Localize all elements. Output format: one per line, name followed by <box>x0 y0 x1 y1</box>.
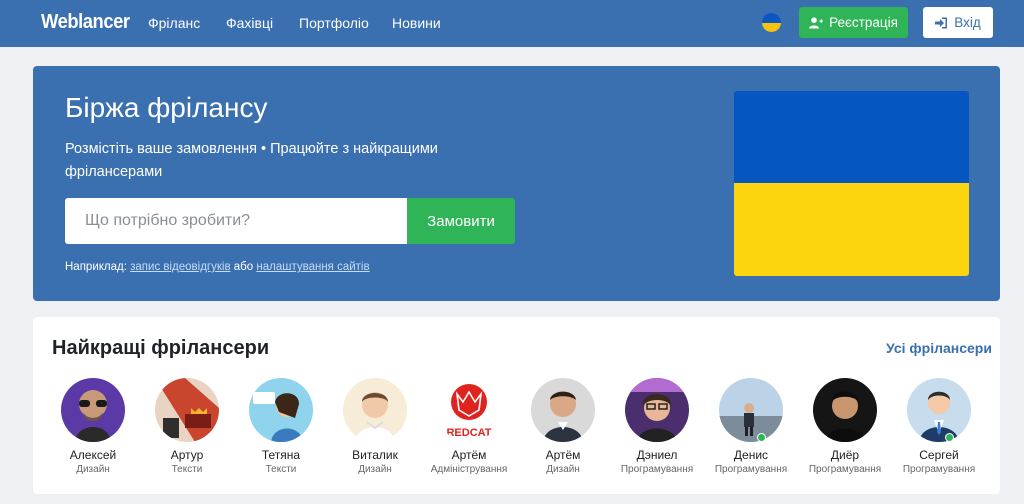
example-link-site-setup[interactable]: налаштування сайтів <box>256 261 369 273</box>
freelancer-role: Дизайн <box>546 464 580 475</box>
avatar <box>719 378 783 442</box>
nav-link-freelance[interactable]: Фріланс <box>148 15 200 31</box>
login-label: Вхід <box>954 15 981 30</box>
freelancer-name: Артём <box>545 448 581 462</box>
avatar <box>249 378 313 442</box>
avatar-logo-text: REDCAT <box>446 427 491 439</box>
avatar <box>61 378 125 442</box>
freelancer-card[interactable]: Дэниел Програмування <box>610 378 704 475</box>
avatar <box>531 378 595 442</box>
sign-in-icon <box>935 17 948 29</box>
task-search-input[interactable] <box>65 198 407 244</box>
freelancer-card[interactable]: REDCAT Артём Адміністрування <box>422 378 516 475</box>
freelancer-role: Дизайн <box>358 464 392 475</box>
order-button[interactable]: Замовити <box>407 198 515 244</box>
freelancer-role: Тексти <box>171 464 203 475</box>
register-button[interactable]: Реєстрація <box>799 7 908 38</box>
freelancer-card[interactable]: Виталик Дизайн <box>328 378 422 475</box>
avatar <box>343 378 407 442</box>
freelancer-card[interactable]: Артур Тексти <box>140 378 234 475</box>
freelancer-card[interactable]: Алексей Дизайн <box>46 378 140 475</box>
freelancer-name: Сергей <box>919 448 959 462</box>
nav-link-specialists[interactable]: Фахівці <box>226 15 273 31</box>
freelancer-card[interactable]: Денис Програмування <box>704 378 798 475</box>
freelancer-role: Тексти <box>265 464 297 475</box>
example-hint: Наприклад: запис відеовідгуків або налаш… <box>65 261 370 273</box>
ukraine-flag-image <box>734 91 969 276</box>
freelancer-card[interactable]: Сергей Програмування <box>892 378 986 475</box>
freelancer-name: Денис <box>733 448 769 462</box>
avatar <box>155 378 219 442</box>
freelancer-role: Програмування <box>620 464 694 475</box>
freelancer-role: Програмування <box>714 464 788 475</box>
site-logo[interactable]: Weblancer <box>41 11 130 34</box>
online-indicator <box>945 433 954 442</box>
avatar: REDCAT <box>437 378 501 442</box>
online-indicator <box>757 433 766 442</box>
example-prefix: Наприклад: <box>65 261 127 273</box>
best-freelancers-section: Найкращі фрілансери Усі фрілансери Алекс… <box>33 317 1000 494</box>
ukraine-flag-icon[interactable] <box>762 13 781 32</box>
freelancer-name: Виталик <box>352 448 398 462</box>
avatar <box>907 378 971 442</box>
freelancer-role: Дизайн <box>76 464 110 475</box>
example-link-video-reviews[interactable]: запис відеовідгуків <box>130 261 230 273</box>
freelancer-card[interactable]: Диёр Програмування <box>798 378 892 475</box>
freelancer-name: Артур <box>170 448 204 462</box>
freelancer-name: Диёр <box>830 448 860 462</box>
freelancer-name: Артём <box>451 448 487 462</box>
freelancer-name: Алексей <box>69 448 117 462</box>
freelancer-card[interactable]: Тетяна Тексти <box>234 378 328 475</box>
hero-title: Біржа фрілансу <box>65 92 268 123</box>
user-plus-icon <box>809 16 824 29</box>
login-button[interactable]: Вхід <box>923 7 993 38</box>
freelancer-role: Програмування <box>902 464 976 475</box>
avatar <box>813 378 877 442</box>
example-separator: або <box>233 261 254 273</box>
top-navbar: Weblancer Фріланс Фахівці Портфоліо Нови… <box>0 0 1024 47</box>
freelancer-card[interactable]: Артём Дизайн <box>516 378 610 475</box>
register-label: Реєстрація <box>829 15 898 30</box>
freelancer-role: Адміністрування <box>430 464 508 475</box>
nav-link-news[interactable]: Новини <box>392 15 441 31</box>
nav-link-portfolio[interactable]: Портфоліо <box>299 15 369 31</box>
avatar <box>625 378 689 442</box>
freelancer-name: Тетяна <box>261 448 301 462</box>
hero-subtitle: Розмістіть ваше замовлення • Працюйте з … <box>65 141 438 180</box>
section-title: Найкращі фрілансери <box>52 337 270 359</box>
all-freelancers-link[interactable]: Усі фрілансери <box>886 340 992 356</box>
freelancer-role: Програмування <box>808 464 882 475</box>
hero-banner: Біржа фрілансу Розмістіть ваше замовленн… <box>33 66 1000 301</box>
freelancer-name: Дэниел <box>636 448 678 462</box>
